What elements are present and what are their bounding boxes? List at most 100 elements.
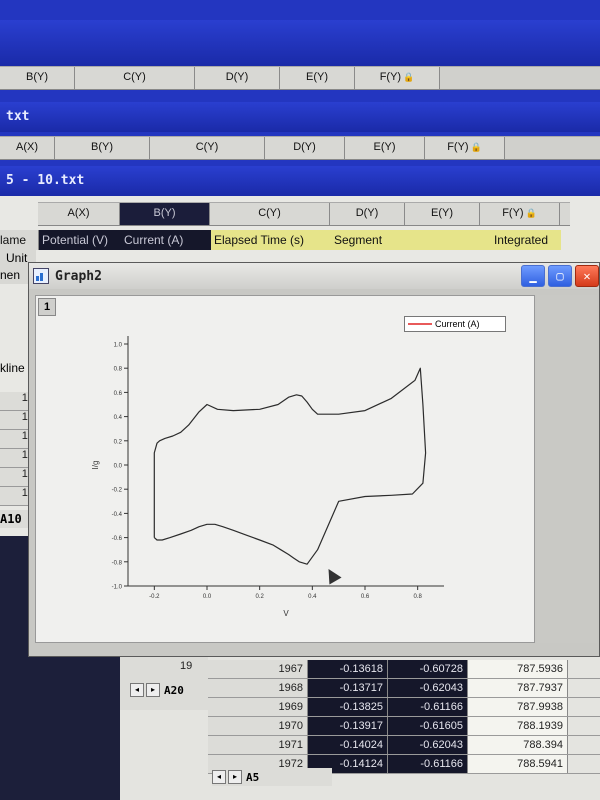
row-index[interactable]: 1967 [208, 660, 308, 678]
column-header[interactable]: B(Y) [120, 203, 210, 225]
lock-icon: 🔒 [525, 208, 537, 218]
column-header-label: F(Y) [502, 207, 524, 219]
y-tick-label: 0.4 [114, 415, 123, 421]
column-header[interactable]: A(X) [0, 137, 55, 159]
table-row[interactable]: 1968 -0.13717 -0.62043 787.7937 [208, 679, 600, 698]
cv-plot: 1.0 0.8 0.6 0.4 0.2 0.0 -0.2 -0.4 -0.6 -0.8 -1.0 -0… [91, 336, 444, 618]
front-workbook-titlebar[interactable]: 5 - 10.txt [0, 166, 600, 196]
cell-time[interactable]: 788.1939 [468, 717, 568, 735]
column-header[interactable]: A(X) [38, 203, 120, 225]
cell-current[interactable]: -0.62043 [388, 736, 468, 754]
bottom-grid-rows: 1967 -0.13618 -0.60728 787.5936 1968 -0.… [208, 660, 600, 774]
column-header[interactable]: C(Y) [75, 67, 195, 89]
y-tick-label: 0.6 [114, 391, 123, 397]
cell-current[interactable]: -0.61166 [388, 698, 468, 716]
tab-next-icon[interactable]: ▸ [228, 770, 242, 784]
long-name-cell[interactable]: Current (A) [121, 230, 211, 250]
tab-prev-icon[interactable]: ◂ [212, 770, 226, 784]
column-header[interactable]: B(Y) [0, 67, 75, 89]
x-axis-label: V [283, 609, 289, 618]
cell-time[interactable]: 787.7937 [468, 679, 568, 697]
legend-label: Current (A) [435, 319, 480, 329]
back-window-1-titlebar[interactable] [0, 20, 600, 66]
y-tick-label: 1.0 [114, 343, 123, 349]
row-index[interactable]: 1971 [208, 736, 308, 754]
cell-current[interactable]: -0.62043 [388, 679, 468, 697]
long-name-cell[interactable]: Potential (V) [39, 230, 121, 250]
column-header[interactable]: F(Y) 🔒 [480, 203, 560, 225]
column-header[interactable]: D(Y) [330, 203, 405, 225]
column-header[interactable]: C(Y) [210, 203, 330, 225]
x-tick-label: 0.8 [413, 594, 422, 600]
x-tick-label: 0.6 [361, 594, 370, 600]
long-name-cell[interactable] [406, 230, 481, 250]
cell-potential[interactable]: -0.13717 [308, 679, 388, 697]
long-name-cell[interactable]: Integrated [481, 230, 561, 250]
x-tick-label: 0.4 [308, 594, 317, 600]
lock-icon: 🔒 [470, 142, 482, 152]
column-header[interactable]: E(Y) [405, 203, 480, 225]
column-header[interactable]: F(Y) 🔒 [425, 137, 505, 159]
column-header[interactable]: E(Y) [345, 137, 425, 159]
row-number[interactable]: 19 [180, 660, 192, 672]
y-tick-label: 0.8 [114, 367, 123, 373]
table-row[interactable]: 1971 -0.14024 -0.62043 788.394 [208, 736, 600, 755]
cell-potential[interactable]: -0.13825 [308, 698, 388, 716]
tab-next-icon[interactable]: ▸ [146, 683, 160, 697]
long-name-cell[interactable]: Segment [331, 230, 406, 250]
x-tick-label: -0.2 [149, 594, 160, 600]
cell-potential[interactable]: -0.13917 [308, 717, 388, 735]
y-tick-label: -0.4 [112, 512, 123, 518]
close-button[interactable]: ✕ [575, 265, 599, 287]
cell-time[interactable]: 787.5936 [468, 660, 568, 678]
graph-window-icon [33, 268, 49, 284]
back-window-2-header: A(X) B(Y) C(Y) D(Y) E(Y) F(Y) 🔒 [0, 136, 600, 160]
column-header[interactable]: B(Y) [55, 137, 150, 159]
row-label: lame [0, 230, 39, 250]
tab-prev-icon[interactable]: ◂ [130, 683, 144, 697]
maximize-button[interactable]: ▢ [548, 265, 572, 287]
row-index[interactable]: 1969 [208, 698, 308, 716]
y-tick-label: -1.0 [112, 585, 123, 591]
back-window-1: B(Y) C(Y) D(Y) E(Y) F(Y) 🔒 [0, 0, 600, 98]
back-window-1-header: B(Y) C(Y) D(Y) E(Y) F(Y) 🔒 [0, 66, 600, 90]
bottom-grid: 19 1967 -0.13618 -0.60728 787.5936 1968 … [120, 640, 600, 800]
cell-current[interactable]: -0.61166 [388, 755, 468, 773]
table-row[interactable]: 1969 -0.13825 -0.61166 787.9938 [208, 698, 600, 717]
column-header[interactable]: D(Y) [265, 137, 345, 159]
graph-gray-margin [537, 295, 597, 643]
column-header-label: F(Y) [379, 71, 402, 83]
y-tick-label: -0.2 [112, 488, 123, 494]
long-name-cell[interactable]: Elapsed Time (s) [211, 230, 331, 250]
column-header[interactable]: F(Y) 🔒 [355, 67, 440, 89]
column-header-label: F(Y) [447, 141, 469, 153]
y-tick-label: 0.2 [114, 439, 123, 445]
lock-icon: 🔒 [403, 72, 415, 82]
cell-potential[interactable]: -0.13618 [308, 660, 388, 678]
sheet-tab[interactable]: A5 [246, 771, 259, 784]
cell-current[interactable]: -0.60728 [388, 660, 468, 678]
back-window-2: txt A(X) B(Y) C(Y) D(Y) E(Y) F(Y) 🔒 [0, 96, 600, 166]
column-header[interactable]: D(Y) [195, 67, 280, 89]
column-header[interactable]: C(Y) [150, 137, 265, 159]
column-header[interactable]: E(Y) [280, 67, 355, 89]
y-tick-label: -0.8 [112, 560, 123, 566]
cell-potential[interactable]: -0.14024 [308, 736, 388, 754]
cell-time[interactable]: 788.5941 [468, 755, 568, 773]
table-row[interactable]: 1970 -0.13917 -0.61605 788.1939 [208, 717, 600, 736]
long-name-row: lame Potential (V) Current (A) Elapsed T… [0, 230, 600, 250]
row-index[interactable]: 1970 [208, 717, 308, 735]
cell-time[interactable]: 787.9938 [468, 698, 568, 716]
front-workbook-header: A(X) B(Y) C(Y) D(Y) E(Y) F(Y) 🔒 [38, 202, 570, 226]
graph-window-titlebar[interactable]: Graph2 ▁ ▢ ✕ [29, 263, 599, 289]
sheet-tab[interactable]: A20 [164, 684, 184, 697]
legend-line-icon [408, 323, 432, 325]
legend[interactable]: Current (A) [404, 316, 506, 332]
row-index[interactable]: 1968 [208, 679, 308, 697]
cell-current[interactable]: -0.61605 [388, 717, 468, 735]
table-row[interactable]: 1967 -0.13618 -0.60728 787.5936 [208, 660, 600, 679]
x-tick-label: 0.2 [255, 594, 264, 600]
cell-time[interactable]: 788.394 [468, 736, 568, 754]
back-window-2-titlebar[interactable]: txt [0, 102, 600, 132]
minimize-button[interactable]: ▁ [521, 265, 545, 287]
